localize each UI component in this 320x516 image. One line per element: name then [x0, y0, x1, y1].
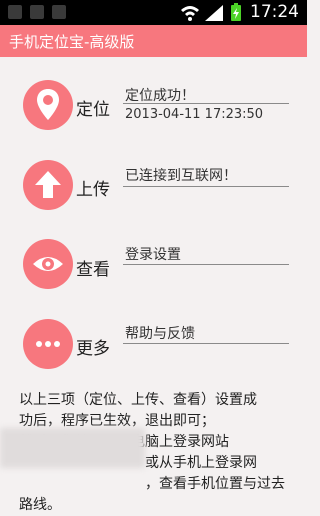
- locate-label: 定位: [76, 100, 110, 120]
- system-icons: [179, 3, 249, 22]
- locate-button[interactable]: [23, 80, 73, 130]
- instructions-line: ，查看手机位置与过去: [145, 476, 285, 492]
- status-bar: 17:24: [0, 0, 307, 25]
- more-dots-icon: [36, 341, 60, 347]
- divider: [123, 343, 289, 344]
- divider: [123, 186, 289, 187]
- row-more[interactable]: 更多 帮助与反馈: [0, 316, 307, 376]
- login-settings-link[interactable]: 登录设置: [125, 244, 181, 264]
- notification-icons: [6, 3, 70, 26]
- row-locate[interactable]: 定位 定位成功！ 2013-04-11 17:23:50: [0, 75, 307, 135]
- signal-icon: [205, 5, 223, 21]
- view-button[interactable]: [23, 239, 73, 289]
- notification-icon: [30, 5, 44, 19]
- locate-status: 定位成功！: [125, 88, 195, 104]
- upload-arrow-icon: [35, 171, 61, 198]
- more-label: 更多: [76, 339, 110, 359]
- upload-button[interactable]: [23, 160, 73, 210]
- row-view[interactable]: 查看 登录设置: [0, 237, 307, 297]
- battery-icon: [231, 3, 241, 21]
- more-button[interactable]: [23, 319, 73, 369]
- view-label: 查看: [76, 260, 110, 280]
- eye-icon: [33, 257, 63, 271]
- wifi-icon: [181, 6, 199, 21]
- instructions-line: 路线。: [19, 497, 61, 513]
- location-pin-icon: [37, 89, 59, 120]
- notification-icon: [52, 5, 66, 19]
- page-title: 手机定位宝-高级版: [9, 33, 135, 51]
- row-upload[interactable]: 上传 已连接到互联网！: [0, 157, 307, 217]
- locate-timestamp: 2013-04-11 17:23:50: [125, 107, 264, 122]
- upload-status: 已连接到互联网！: [125, 168, 237, 184]
- redacted-area: [0, 428, 145, 468]
- app-header: 手机定位宝-高级版: [0, 25, 307, 57]
- notification-icon: [8, 5, 22, 19]
- status-time: 17:24: [250, 2, 299, 22]
- divider: [123, 264, 289, 265]
- instructions-line: 以上三项（定位、上传、查看）设置成: [19, 392, 257, 408]
- help-feedback-link[interactable]: 帮助与反馈: [125, 323, 195, 343]
- divider: [123, 103, 289, 104]
- upload-label: 上传: [76, 180, 110, 200]
